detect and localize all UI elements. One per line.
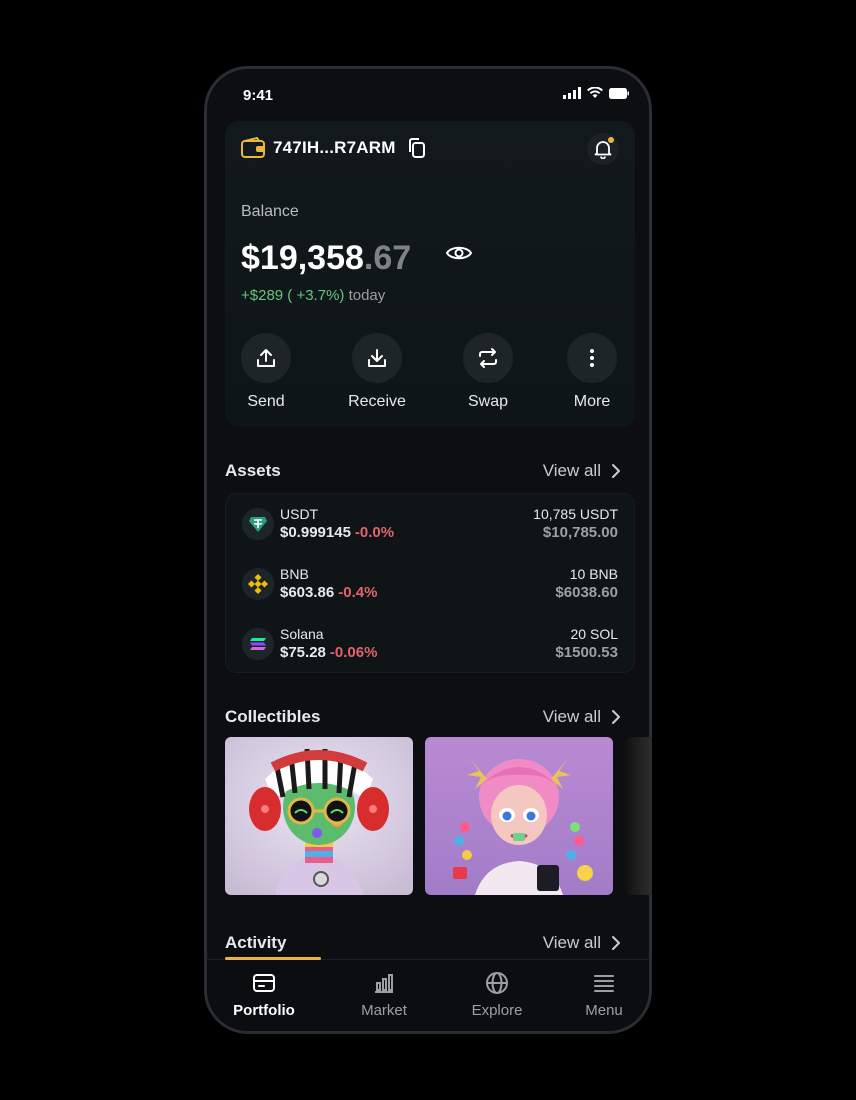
swap-button[interactable]: Swap [443,333,533,411]
collectible-card-1[interactable] [225,737,413,895]
asset-name: BNB [280,566,309,582]
more-vertical-icon [590,349,594,367]
asset-change: -0.4% [338,584,378,601]
swap-circle [463,333,513,383]
notification-dot [608,137,614,143]
asset-change: -0.06% [329,644,378,661]
balance-label: Balance [241,203,299,220]
tab-portfolio[interactable]: Portfolio [219,970,309,1019]
asset-price: $0.999145 -0.0% [280,524,394,541]
chevron-right-icon [612,710,620,724]
status-icons [563,87,629,99]
asset-price-value: $75.28 [280,644,326,661]
activity-view-all-label: View all [542,933,601,952]
balance-main: $19,358 [241,239,364,277]
tether-icon [242,508,274,540]
assets-view-all[interactable]: View all [543,461,621,481]
nft-avatar-dreadlocks-image [225,737,413,895]
assets-title: Assets [225,461,281,480]
asset-name: Solana [280,626,324,642]
solana-icon [242,628,274,660]
tab-explore[interactable]: Explore [452,970,542,1019]
activity-view-all[interactable]: View all [543,933,621,953]
send-button[interactable]: Send [221,333,311,411]
receive-button[interactable]: Receive [332,333,422,411]
collectible-card-2[interactable] [425,737,613,895]
asset-price: $75.28 -0.06% [280,644,377,661]
copy-icon[interactable] [406,137,428,159]
receive-circle [352,333,402,383]
send-circle [241,333,291,383]
wifi-icon [587,87,603,98]
tab-label: Explore [471,1002,523,1019]
tab-label: Market [361,1002,407,1019]
chevron-right-icon [612,464,620,478]
eye-icon[interactable] [445,243,473,263]
balance-change-period: today [348,287,386,304]
wallet-address: 747IH...R7ARM [273,138,396,157]
tab-label: Portfolio [233,1002,295,1019]
more-circle [567,333,617,383]
balance-amount: $19,358.67 [241,239,411,278]
asset-row-solana[interactable]: Solana $75.28 -0.06% 20 SOL $1500.53 [226,614,634,674]
asset-row-bnb[interactable]: BNB $603.86 -0.4% 10 BNB $6038.60 [226,554,634,614]
wallet-header[interactable]: 747IH...R7ARM [241,137,428,159]
activity-title: Activity [225,933,287,952]
assets-view-all-label: View all [542,461,601,480]
more-label: More [573,393,611,410]
status-bar: 9:41 [207,69,649,121]
nft-avatar-pink-girl-image [425,737,613,895]
asset-price: $603.86 -0.4% [280,584,377,601]
asset-amount: 10,785 USDT [533,506,618,522]
asset-change: -0.0% [354,524,395,541]
bnb-icon [242,568,274,600]
asset-amount: 10 BNB [569,566,618,582]
active-tab-indicator [225,957,321,960]
battery-icon [609,87,629,99]
notifications-button[interactable] [587,133,619,165]
collectibles-view-all-label: View all [542,707,601,726]
asset-name: USDT [280,506,319,522]
tab-market[interactable]: Market [339,970,429,1019]
asset-value: $1500.53 [555,644,618,661]
signal-icon [563,87,581,99]
wallet-card-icon [219,970,309,996]
status-time: 9:41 [243,87,274,104]
globe-icon [452,970,542,996]
tab-label: Menu [585,1002,623,1019]
asset-amount: 20 SOL [570,626,618,642]
balance-cents: .67 [363,239,412,277]
asset-value: $10,785.00 [542,524,618,541]
phone-frame: 9:41 747IH...R7ARM Balance $19,358.67 +$… [204,66,652,1034]
swap-icon [479,348,497,368]
download-icon [368,349,386,367]
upload-icon [257,349,275,367]
bar-chart-icon [339,970,429,996]
collectibles-view-all[interactable]: View all [543,707,621,727]
bottom-tab-bar: Portfolio Market Explore Menu [207,957,649,1031]
asset-value: $6038.60 [555,584,618,601]
assets-list: USDT $0.999145 -0.0% 10,785 USDT $10,785.… [225,493,635,673]
collectibles-title: Collectibles [225,707,321,726]
balance-change-value: +$289 ( +3.7%) [241,287,345,304]
wallet-icon [241,137,265,158]
balance-change: +$289 ( +3.7%) today [241,287,385,304]
receive-label: Receive [348,393,406,410]
tab-menu[interactable]: Menu [559,970,649,1019]
collectible-card-3-peek[interactable] [625,737,649,895]
chevron-right-icon [612,936,620,950]
wallet-card: 747IH...R7ARM Balance $19,358.67 +$289 (… [225,121,635,427]
hamburger-menu-icon [559,970,649,996]
asset-price-value: $0.999145 [280,524,351,541]
asset-row-usdt[interactable]: USDT $0.999145 -0.0% 10,785 USDT $10,785.… [226,494,634,554]
swap-label: Swap [467,393,509,410]
send-label: Send [247,393,285,410]
more-button[interactable]: More [547,333,637,411]
asset-price-value: $603.86 [280,584,335,601]
